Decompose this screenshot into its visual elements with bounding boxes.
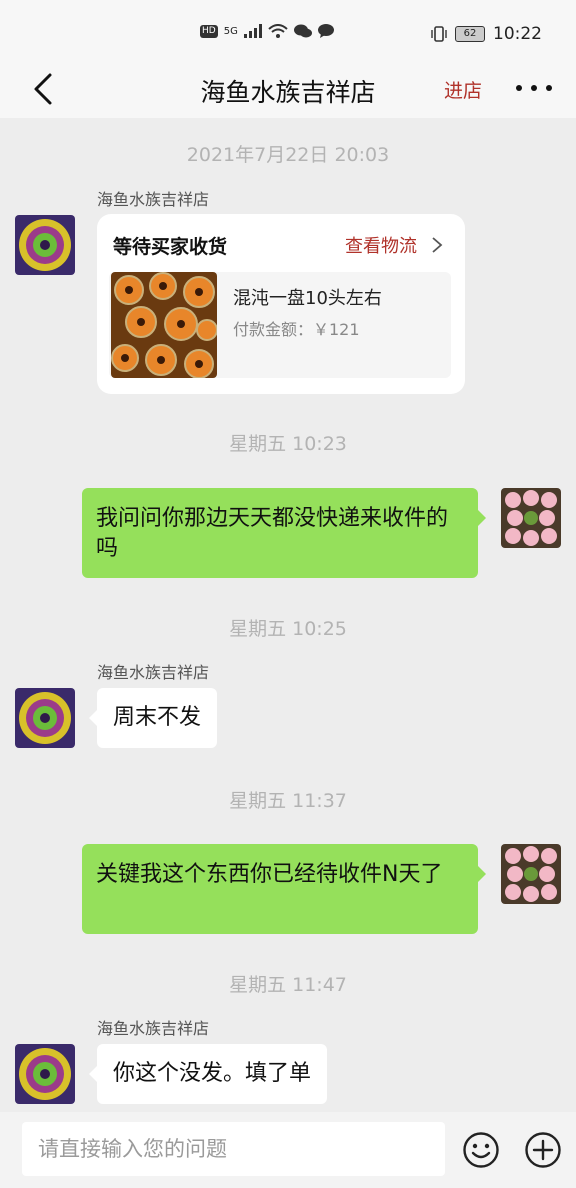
incoming-message[interactable]: 你这个没发。填了单 — [88, 1044, 328, 1104]
more-dots-icon[interactable] — [516, 85, 552, 93]
message-icon — [317, 24, 334, 38]
nav-bar: 海鱼水族吉祥店 进店 — [0, 60, 576, 118]
timestamp: 星期五 10:23 — [229, 433, 347, 455]
status-icons-left: HD 5G — [200, 24, 334, 38]
shop-avatar[interactable] — [15, 688, 75, 748]
incoming-message[interactable]: 周末不发 — [88, 688, 218, 748]
chat-area[interactable]: 2021年7月22日 20:03 海鱼水族吉祥店 等待买家收货 查看物流 混沌一… — [0, 118, 576, 1112]
dot — [516, 85, 522, 91]
product-price: 付款金额：￥121 — [233, 320, 360, 339]
flower-avatar-image — [501, 488, 561, 548]
status-icons-right: 62 10:22 — [431, 24, 542, 44]
timestamp: 2021年7月22日 20:03 — [186, 144, 390, 166]
timestamp: 星期五 11:47 — [229, 974, 347, 996]
network-indicator: 5G — [223, 25, 238, 37]
sender-name: 海鱼水族吉祥店 — [97, 190, 210, 209]
wifi-icon — [268, 24, 288, 38]
order-item[interactable]: 混沌一盘10头左右 付款金额：￥121 — [109, 272, 451, 378]
status-bar: HD 5G 62 10:22 — [0, 0, 576, 60]
sender-name: 海鱼水族吉祥店 — [97, 663, 210, 682]
coral-avatar-image — [15, 215, 75, 275]
coral-avatar-image — [15, 1044, 75, 1104]
chevron-right-icon — [432, 237, 443, 253]
zoanthid-product-image — [111, 272, 217, 378]
plus-circle-icon[interactable] — [524, 1131, 562, 1169]
outgoing-message[interactable]: 我问问你那边天天都没快递来收件的吗 — [82, 488, 486, 578]
flower-avatar-image — [501, 844, 561, 904]
timestamp: 星期五 11:37 — [229, 790, 347, 812]
view-logistics-label: 查看物流 — [345, 236, 417, 257]
input-bar — [0, 1112, 576, 1188]
vibrate-icon — [431, 26, 447, 42]
clock: 10:22 — [493, 24, 542, 44]
message-input[interactable] — [22, 1122, 445, 1176]
shop-avatar[interactable] — [15, 1044, 75, 1104]
timestamp: 星期五 10:25 — [229, 618, 347, 640]
sender-name: 海鱼水族吉祥店 — [97, 1019, 210, 1038]
battery-icon: 62 — [455, 26, 485, 42]
user-avatar[interactable] — [501, 844, 561, 904]
dot — [546, 85, 552, 91]
view-logistics-link[interactable]: 查看物流 — [345, 232, 443, 258]
order-status: 等待买家收货 — [113, 236, 228, 258]
user-avatar[interactable] — [501, 488, 561, 548]
emoji-icon[interactable] — [462, 1131, 500, 1169]
product-image — [111, 272, 217, 378]
coral-avatar-image — [15, 688, 75, 748]
wechat-icon — [293, 24, 312, 38]
enter-shop-button[interactable]: 进店 — [444, 76, 482, 103]
shop-avatar[interactable] — [15, 215, 75, 275]
order-card[interactable]: 等待买家收货 查看物流 混沌一盘10头左右 付款金额：￥121 — [97, 214, 465, 394]
product-name: 混沌一盘10头左右 — [233, 288, 382, 309]
outgoing-message[interactable]: 关键我这个东西你已经待收件N天了 — [82, 844, 486, 934]
hd-indicator: HD — [200, 24, 218, 38]
signal-icon — [243, 24, 262, 38]
page-title: 海鱼水族吉祥店 — [200, 78, 376, 107]
dot — [531, 85, 537, 91]
